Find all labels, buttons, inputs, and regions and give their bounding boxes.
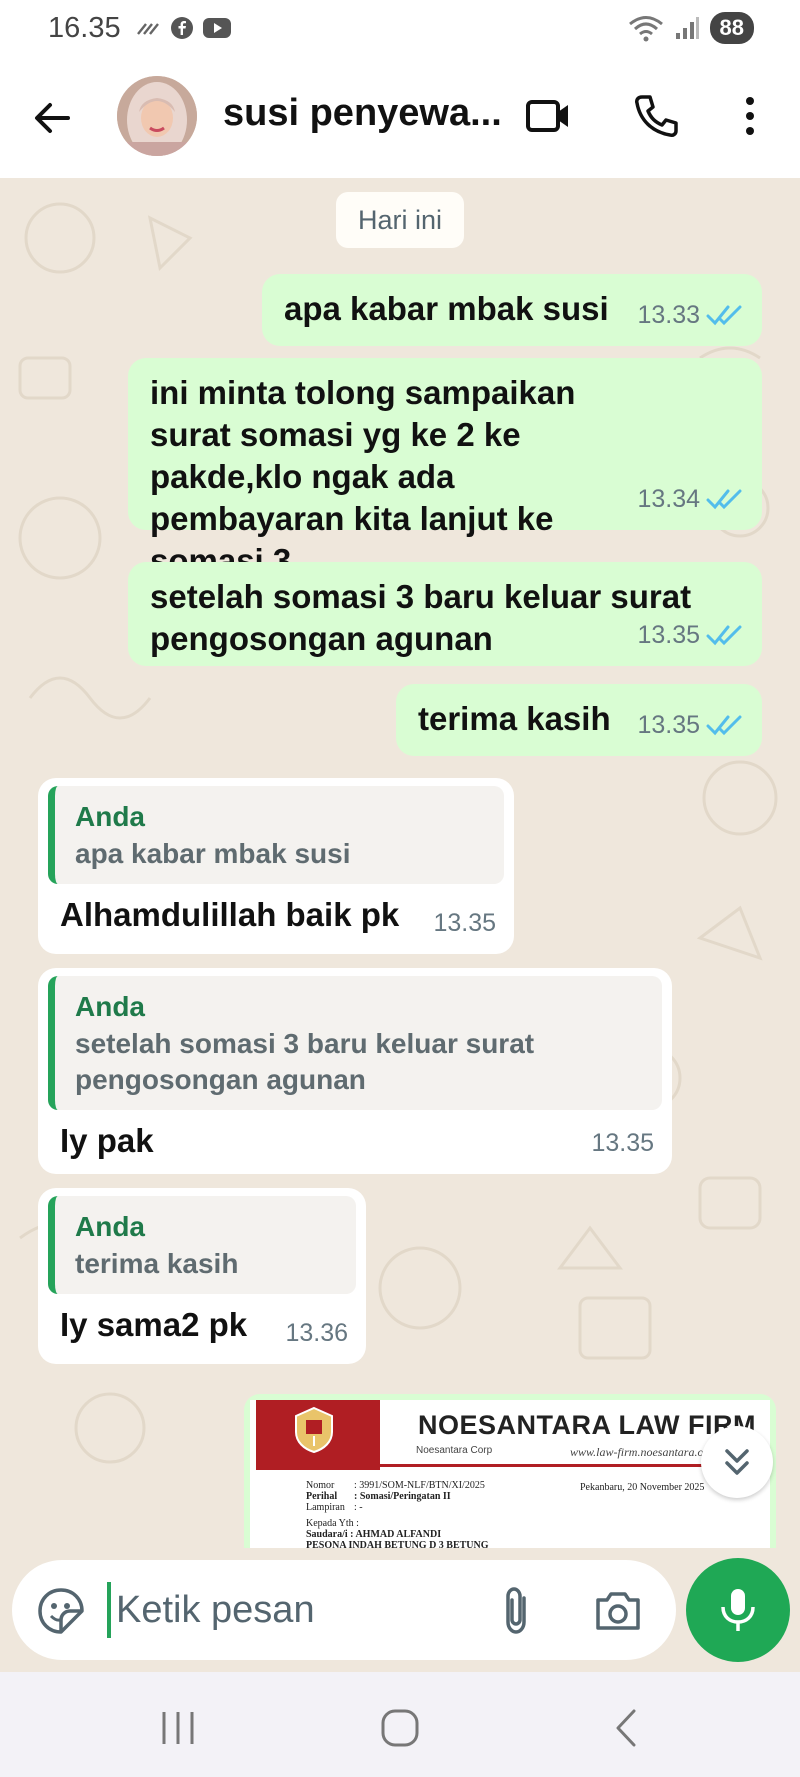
text-cursor (107, 1582, 111, 1638)
message-text: setelah somasi 3 baru keluar surat pengo… (150, 578, 692, 657)
voice-message-button[interactable] (686, 1558, 790, 1662)
quote-text: terima kasih (75, 1248, 239, 1279)
message-meta: 13.35 (591, 1122, 654, 1164)
system-nav-bar (0, 1672, 800, 1777)
message-time: 13.36 (285, 1319, 348, 1347)
kepada: Kepada Yth : (306, 1518, 359, 1529)
recipient-address: PESONA INDAH BETUNG D 3 BETUNG (306, 1540, 489, 1548)
firm-name: NOESANTARA LAW FIRM (418, 1410, 756, 1440)
quote-author: Anda (75, 991, 145, 1022)
message-time: 13.35 (637, 621, 700, 649)
perihal-label: Perihal (306, 1491, 338, 1502)
message-time: 13.33 (637, 301, 700, 329)
quote-text: setelah somasi 3 baru keluar surat pengo… (75, 1028, 535, 1095)
quoted-message[interactable]: Anda terima kasih (48, 1196, 356, 1294)
youtube-icon (203, 18, 231, 38)
quote-author: Anda (75, 1211, 145, 1242)
phone-icon[interactable] (632, 92, 680, 140)
status-icons-left (136, 16, 232, 40)
quoted-message[interactable]: Anda setelah somasi 3 baru keluar surat … (48, 976, 662, 1110)
nomor-value: : 3991/SOM-NLF/BTN/XI/2025 (354, 1480, 485, 1491)
message-meta: 13.36 (285, 1312, 348, 1354)
read-ticks-icon (706, 715, 742, 736)
chat-header: susi penyewa... (0, 58, 800, 178)
sticker-icon[interactable] (36, 1586, 86, 1636)
message-meta: 13.34 (637, 478, 744, 520)
home-icon[interactable] (378, 1706, 422, 1750)
message-meta: 13.35 (637, 614, 744, 656)
perihal-value: : Somasi/Peringatan II (354, 1491, 451, 1502)
contact-name[interactable]: susi penyewa... (223, 92, 502, 135)
letter-date: Pekanbaru, 20 November 2025 (580, 1482, 705, 1493)
message-time: 13.35 (637, 711, 700, 739)
quoted-message[interactable]: Anda apa kabar mbak susi (48, 786, 504, 884)
letter-header-fields: Nomor : 3991/SOM-NLF/BTN/XI/2025 Perihal:… (306, 1480, 489, 1548)
message-time: 13.35 (433, 909, 496, 937)
back-arrow-icon[interactable] (30, 96, 74, 140)
message-meta: 13.33 (637, 294, 744, 336)
chat-area[interactable]: Hari ini apa kabar mbak susi 13.33 ini m… (0, 178, 800, 1548)
message-bubble-out[interactable]: ini minta tolong sampaikan surat somasi … (128, 358, 762, 579)
day-separator: Hari ini (336, 192, 464, 248)
video-call-icon[interactable] (524, 92, 572, 140)
status-icons-right: 88 (628, 12, 754, 44)
recent-apps-icon[interactable] (156, 1706, 200, 1750)
attach-icon[interactable] (492, 1584, 540, 1636)
lampiran-value: : - (354, 1502, 363, 1513)
message-bubble-in[interactable]: Anda setelah somasi 3 baru keluar surat … (38, 968, 672, 1174)
camera-icon[interactable] (592, 1584, 644, 1636)
wifi-icon (628, 16, 663, 42)
message-time: 13.35 (591, 1129, 654, 1157)
status-time: 16.35 (48, 12, 121, 44)
message-bubble-in[interactable]: Anda terima kasih Iy sama2 pk 13.36 (38, 1188, 366, 1364)
mic-icon (721, 1589, 755, 1631)
double-chevron-down-icon (725, 1449, 749, 1475)
data-saver-icon (137, 23, 159, 35)
quote-author: Anda (75, 801, 145, 832)
document-preview[interactable]: NOESANTARA LAW FIRM Noesantara Corp www.… (250, 1400, 770, 1548)
battery-indicator: 88 (709, 12, 754, 44)
message-bubble-out[interactable]: setelah somasi 3 baru keluar surat pengo… (128, 562, 762, 666)
scroll-to-bottom-button[interactable] (701, 1426, 773, 1498)
nomor-label: Nomor (306, 1480, 335, 1491)
law-firm-emblem-icon (295, 1406, 333, 1454)
avatar-image (117, 76, 197, 156)
read-ticks-icon (706, 625, 742, 646)
message-input[interactable] (116, 1582, 476, 1638)
facebook-icon (171, 17, 193, 39)
status-bar: 16.35 88 (0, 0, 800, 58)
contact-avatar[interactable] (117, 76, 197, 156)
message-composer (12, 1560, 676, 1660)
message-bubble-in[interactable]: Anda apa kabar mbak susi Alhamdulillah b… (38, 778, 514, 954)
message-time: 13.34 (637, 485, 700, 513)
read-ticks-icon (706, 305, 742, 326)
back-icon[interactable] (604, 1706, 648, 1750)
quote-text: apa kabar mbak susi (75, 838, 351, 869)
more-vert-icon[interactable] (726, 92, 774, 140)
firm-subtitle: Noesantara Corp (416, 1445, 493, 1456)
document-message[interactable]: NOESANTARA LAW FIRM Noesantara Corp www.… (244, 1394, 776, 1548)
read-ticks-icon (706, 489, 742, 510)
message-bubble-out[interactable]: apa kabar mbak susi 13.33 (262, 274, 762, 346)
lampiran-label: Lampiran (306, 1502, 345, 1513)
signal-icon (675, 17, 699, 39)
message-bubble-out[interactable]: terima kasih 13.35 (396, 684, 762, 756)
message-meta: 13.35 (433, 902, 496, 944)
message-text: terima kasih (418, 700, 611, 737)
message-meta: 13.35 (637, 704, 744, 746)
message-text: Iy pak (60, 1122, 154, 1159)
recipient-name: Saudara/i : AHMAD ALFANDI (306, 1529, 442, 1540)
message-text: apa kabar mbak susi (284, 290, 609, 327)
